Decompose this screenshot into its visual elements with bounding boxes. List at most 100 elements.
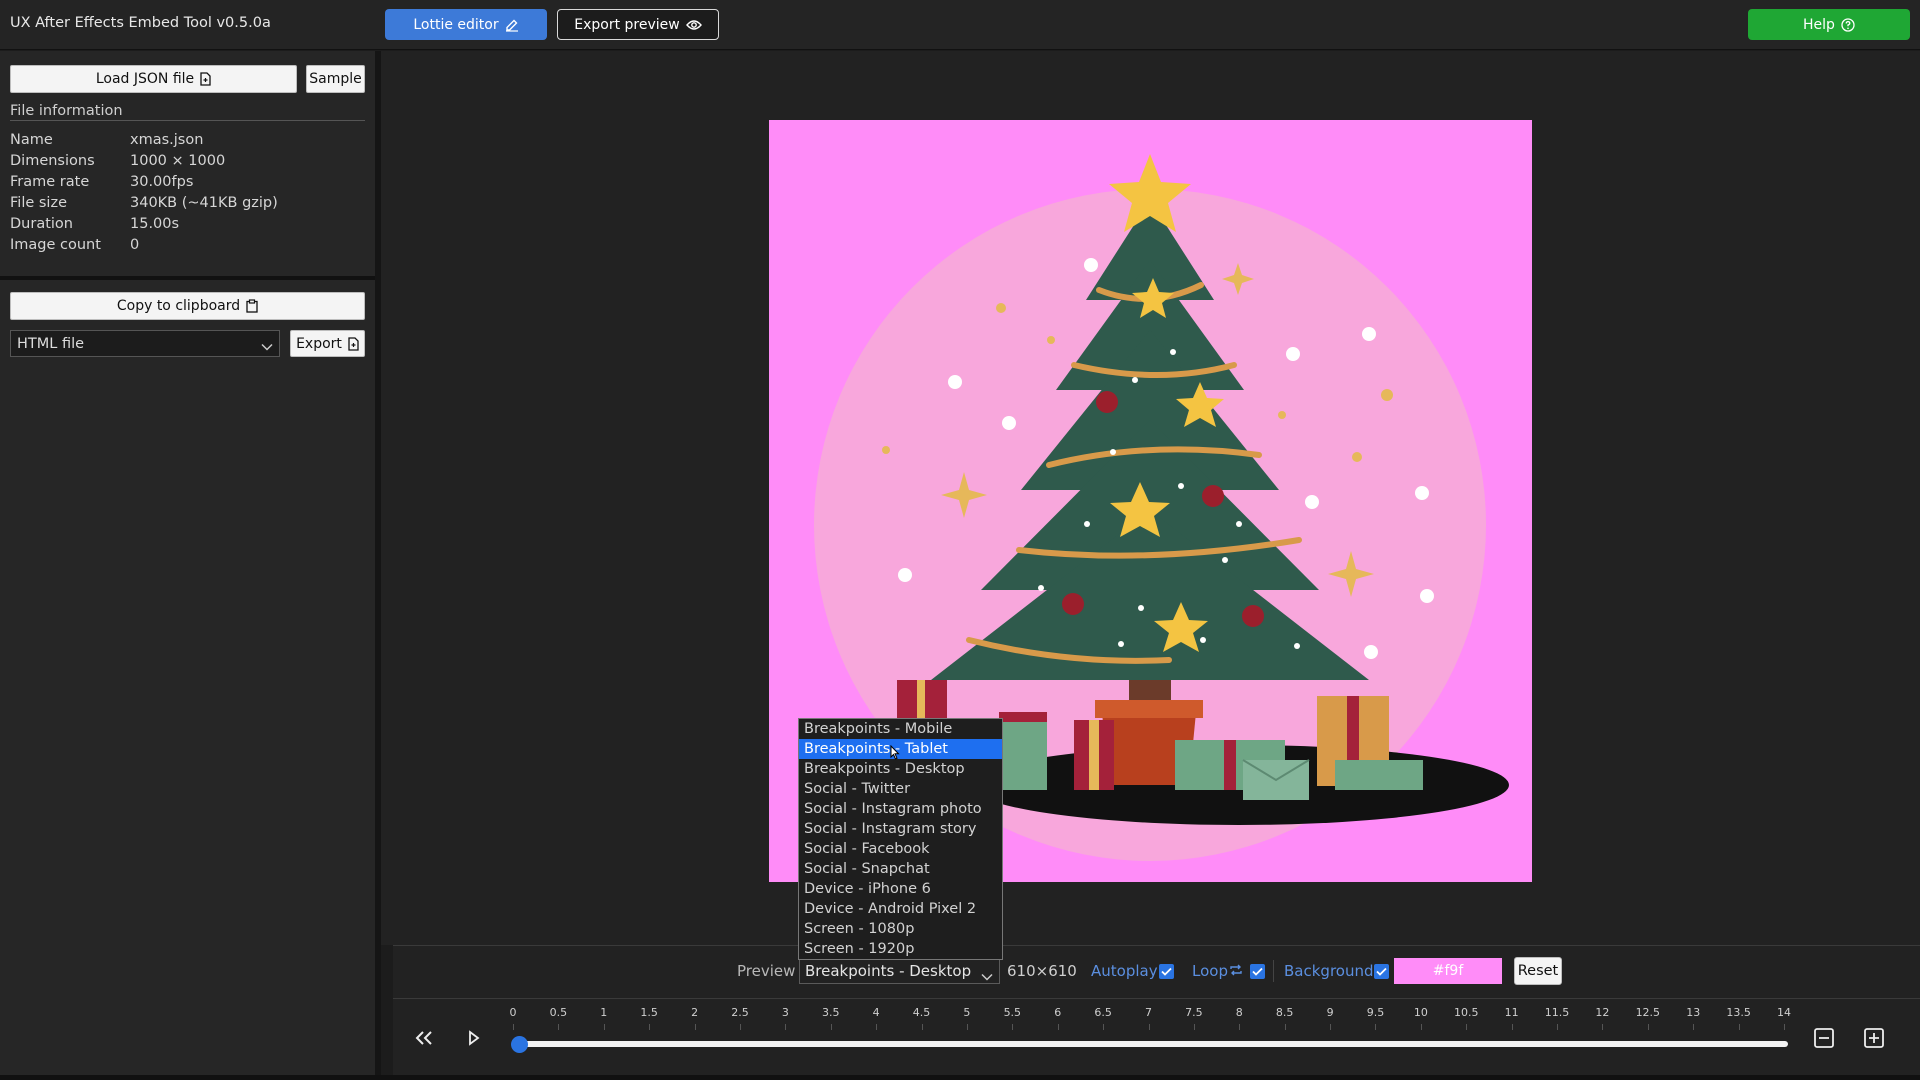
info-value: xmas.json: [130, 132, 204, 148]
autoplay-checkbox[interactable]: [1159, 964, 1174, 979]
dropdown-option[interactable]: Social - Instagram photo: [799, 799, 1002, 819]
lottie-editor-button[interactable]: Lottie editor: [385, 9, 547, 40]
timeline-tick-label: 5: [963, 1006, 971, 1019]
timeline-tick-mark: [966, 1024, 968, 1030]
timeline-tick-mark: [1420, 1024, 1422, 1030]
export-preview-button[interactable]: Export preview: [557, 9, 719, 40]
preview-label: Preview: [737, 962, 796, 980]
timeline-tick-label: 13.5: [1726, 1006, 1751, 1019]
timeline-tick-label: 1.5: [640, 1006, 658, 1019]
chevron-down-icon: [261, 339, 273, 355]
timeline-tick-mark: [1057, 1024, 1059, 1030]
timeline-tick-mark: [1012, 1024, 1014, 1030]
export-format-select[interactable]: HTML file: [10, 330, 280, 357]
timeline-scrubber-thumb[interactable]: [511, 1036, 528, 1053]
edit-icon: [505, 18, 519, 32]
timeline-tick-mark: [1239, 1024, 1241, 1030]
file-info-title: File information: [10, 103, 123, 119]
info-value: 15.00s: [130, 216, 180, 232]
dropdown-option[interactable]: Screen - 1920p: [799, 939, 1002, 959]
copy-to-clipboard-button[interactable]: Copy to clipboard: [10, 292, 365, 320]
timeline-tick-mark: [739, 1024, 741, 1030]
controls-divider: [1273, 960, 1274, 982]
timeline-tick-mark: [921, 1024, 923, 1030]
file-info-divider: [10, 120, 365, 121]
info-value: 1000 × 1000: [130, 153, 226, 169]
preview-dimensions: 610×610: [1007, 962, 1077, 980]
timeline-tick-mark: [649, 1024, 651, 1030]
loop-icon: [1229, 963, 1243, 981]
info-key: Name: [10, 132, 53, 148]
info-value: 0: [130, 237, 140, 253]
timeline-tick-mark: [1375, 1024, 1377, 1030]
timeline-tick-label: 8.5: [1275, 1006, 1294, 1019]
export-label: Export: [296, 335, 342, 352]
timeline-tick-label: 6.5: [1094, 1006, 1112, 1019]
background-checkbox[interactable]: [1374, 964, 1389, 979]
top-bar: UX After Effects Embed Tool v0.5.0a Lott…: [0, 0, 1920, 50]
rewind-button[interactable]: [409, 1023, 439, 1053]
dropdown-option-highlighted[interactable]: Breakpoints - Tablet: [799, 739, 1002, 759]
help-label: Help: [1803, 16, 1835, 33]
checkmark-icon: [1161, 967, 1172, 976]
timeline-tick-mark: [1103, 1024, 1105, 1030]
sample-button[interactable]: Sample: [306, 65, 365, 93]
timeline-tick-mark: [830, 1024, 832, 1030]
question-circle-icon: [1841, 17, 1855, 32]
lottie-editor-label: Lottie editor: [413, 16, 499, 33]
timeline-track[interactable]: [515, 1041, 1788, 1047]
info-value: 340KB (~41KB gzip): [130, 195, 278, 211]
timeline-tick-mark: [1557, 1024, 1559, 1030]
load-json-button[interactable]: Load JSON file: [10, 65, 297, 93]
checkmark-icon: [1252, 967, 1263, 976]
dropdown-option[interactable]: Social - Facebook: [799, 839, 1002, 859]
timeline-tick-mark: [1647, 1024, 1649, 1030]
timeline-tick-mark: [1284, 1024, 1286, 1030]
timeline-tick-label: 6: [1054, 1006, 1062, 1019]
timeline-tick-label: 2: [691, 1006, 699, 1019]
help-button[interactable]: Help: [1748, 9, 1910, 40]
timeline-tick-label: 10: [1413, 1006, 1428, 1019]
export-format-value: HTML file: [17, 335, 85, 352]
dropdown-option[interactable]: Device - Android Pixel 2: [799, 899, 1002, 919]
timeline-tick-mark: [1738, 1024, 1740, 1030]
dropdown-option[interactable]: Screen - 1080p: [799, 919, 1002, 939]
timeline-tick-mark: [876, 1024, 878, 1030]
loop-checkbox[interactable]: [1250, 964, 1265, 979]
timeline-tick-label: 11: [1504, 1006, 1519, 1019]
timeline-tick-label: 7.5: [1185, 1006, 1203, 1019]
zoom-out-button[interactable]: [1809, 1023, 1839, 1053]
info-key: Image count: [10, 237, 101, 253]
mouse-cursor-icon: [890, 744, 900, 764]
autoplay-label[interactable]: Autoplay: [1091, 962, 1158, 980]
dropdown-option[interactable]: Breakpoints - Desktop: [799, 759, 1002, 779]
timeline-tick-mark: [785, 1024, 787, 1030]
export-preview-label: Export preview: [574, 16, 680, 33]
zoom-in-button[interactable]: [1859, 1023, 1889, 1053]
background-color-input[interactable]: #f9f: [1394, 958, 1502, 984]
dropdown-option[interactable]: Device - iPhone 6: [799, 879, 1002, 899]
reset-button[interactable]: Reset: [1514, 957, 1562, 985]
dropdown-option[interactable]: Social - Instagram story: [799, 819, 1002, 839]
dropdown-option[interactable]: Breakpoints - Mobile: [799, 719, 1002, 739]
timeline-tick-label: 4: [872, 1006, 880, 1019]
dropdown-option[interactable]: Social - Snapchat: [799, 859, 1002, 879]
timeline-tick-label: 12: [1595, 1006, 1610, 1019]
eye-icon: [685, 19, 702, 31]
file-export-icon: [348, 336, 359, 351]
background-label[interactable]: Background: [1284, 962, 1374, 980]
clipboard-icon: [246, 299, 258, 313]
timeline-tick-mark: [558, 1024, 560, 1030]
dropdown-option[interactable]: Social - Twitter: [799, 779, 1002, 799]
export-button[interactable]: Export: [290, 330, 365, 357]
loop-label[interactable]: Loop: [1192, 962, 1228, 980]
timeline-tick-label: 12.5: [1635, 1006, 1661, 1019]
load-json-label: Load JSON file: [95, 71, 195, 87]
copy-label: Copy to clipboard: [116, 298, 241, 314]
info-key: Duration: [10, 216, 73, 232]
preview-size-select[interactable]: Breakpoints - Desktop: [799, 958, 1000, 984]
info-key: File size: [10, 195, 67, 211]
timeline-tick-label: 0.5: [549, 1006, 568, 1019]
play-button[interactable]: [459, 1023, 489, 1053]
timeline-tick-label: 0: [509, 1006, 517, 1019]
